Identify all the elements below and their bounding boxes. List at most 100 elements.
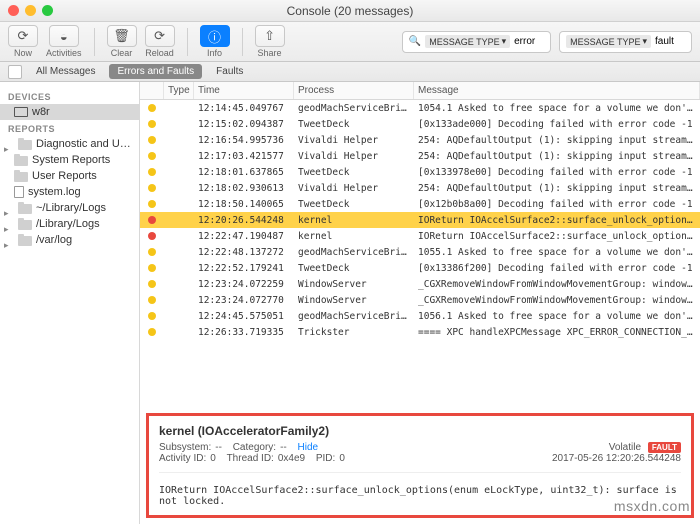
thread-id-label: Thread ID: <box>227 453 274 464</box>
sidebar-item[interactable]: User Reports <box>0 168 139 184</box>
detail-timestamp: 2017-05-26 12:20:26.544248 <box>552 453 681 464</box>
sidebar-item[interactable]: system.log <box>0 184 139 200</box>
search-input-fault[interactable] <box>655 36 685 47</box>
message-cell: [0x13386f200] Decoding failed with error… <box>414 263 700 274</box>
time-cell: 12:24:45.575051 <box>194 311 294 322</box>
clear-button[interactable]: 🗑 <box>107 25 137 47</box>
log-row[interactable]: 12:18:01.637865TweetDeck[0x133978e00] De… <box>140 164 700 180</box>
sidebar-item[interactable]: /Library/Logs <box>0 216 139 232</box>
activity-id-value: 0 <box>210 453 216 464</box>
search-field-fault[interactable]: MESSAGE TYPE▾ <box>559 31 692 53</box>
share-button[interactable]: ⇧ <box>255 25 285 47</box>
activity-id-label: Activity ID: <box>159 453 206 464</box>
hide-link[interactable]: Hide <box>298 442 319 453</box>
sidebar-header-reports: Reports <box>0 120 139 136</box>
toolbar-separator <box>242 28 243 56</box>
time-cell: 12:18:02.930613 <box>194 183 294 194</box>
now-label: Now <box>14 48 32 58</box>
process-cell: Trickster <box>294 327 414 338</box>
error-dot-icon <box>148 152 156 160</box>
log-row[interactable]: 12:22:48.137272geodMachServiceBridge1055… <box>140 244 700 260</box>
pid-value: 0 <box>339 453 345 464</box>
fault-dot-icon <box>148 232 156 240</box>
message-cell: [0x133978e00] Decoding failed with error… <box>414 167 700 178</box>
message-cell: 254: AQDefaultOutput (1): skipping input… <box>414 183 700 194</box>
tab-all-messages[interactable]: All Messages <box>28 64 103 79</box>
error-dot-icon <box>148 120 156 128</box>
search-icon: 🔍 <box>409 36 421 47</box>
sidebar-item[interactable]: System Reports <box>0 152 139 168</box>
sidebar-toggle-icon[interactable] <box>8 65 22 79</box>
activities-button[interactable]: ◒ <box>49 25 79 47</box>
message-cell: IOReturn IOAccelSurface2::surface_unlock… <box>414 215 700 226</box>
log-row[interactable]: 12:15:02.094387TweetDeck[0x133ade000] De… <box>140 116 700 132</box>
col-time[interactable]: Time <box>194 82 294 99</box>
log-row[interactable]: 12:22:52.179241TweetDeck[0x13386f200] De… <box>140 260 700 276</box>
category-label: Category: <box>233 442 276 453</box>
error-dot-icon <box>148 136 156 144</box>
search-field-error[interactable]: 🔍 MESSAGE TYPE▾ <box>402 31 551 53</box>
log-row[interactable]: 12:24:45.575051geodMachServiceBridge1056… <box>140 308 700 324</box>
toolbar-separator <box>187 28 188 56</box>
thread-id-value: 0x4e9 <box>278 453 305 464</box>
log-row[interactable]: 12:16:54.995736Vivaldi Helper254: AQDefa… <box>140 132 700 148</box>
subsystem-value: -- <box>215 442 222 453</box>
message-cell: ==== XPC handleXPCMessage XPC_ERROR_CONN… <box>414 327 700 338</box>
time-cell: 12:17:03.421577 <box>194 151 294 162</box>
log-content: Type Time Process Message 12:14:45.04976… <box>140 82 700 524</box>
process-cell: Vivaldi Helper <box>294 135 414 146</box>
col-type[interactable]: Type <box>164 82 194 99</box>
log-row[interactable]: 12:17:03.421577Vivaldi Helper254: AQDefa… <box>140 148 700 164</box>
error-dot-icon <box>148 168 156 176</box>
folder-icon <box>18 220 32 230</box>
sidebar-item[interactable]: /var/log <box>0 232 139 248</box>
sidebar-item-label: User Reports <box>32 170 97 182</box>
search-input-error[interactable] <box>514 36 544 47</box>
category-value: -- <box>280 442 287 453</box>
log-table-body[interactable]: 12:14:45.049767geodMachServiceBridge1054… <box>140 100 700 407</box>
log-row[interactable]: 12:23:24.072770WindowServer_CGXRemoveWin… <box>140 292 700 308</box>
log-row[interactable]: 12:18:02.930613Vivaldi Helper254: AQDefa… <box>140 180 700 196</box>
col-message[interactable]: Message <box>414 82 700 99</box>
log-row[interactable]: 12:23:24.072259WindowServer_CGXRemoveWin… <box>140 276 700 292</box>
token-label: MESSAGE TYPE <box>570 37 640 47</box>
info-button[interactable]: ⓘ <box>200 25 230 47</box>
folder-icon <box>18 140 32 150</box>
time-cell: 12:18:01.637865 <box>194 167 294 178</box>
process-cell: kernel <box>294 215 414 226</box>
message-cell: [0x12b0b8a00] Decoding failed with error… <box>414 199 700 210</box>
file-icon <box>14 186 24 198</box>
tab-faults[interactable]: Faults <box>208 64 251 79</box>
tab-errors-and-faults[interactable]: Errors and Faults <box>109 64 202 79</box>
window-title: Console (20 messages) <box>0 4 700 18</box>
sidebar-item-label: Diagnostic and U… <box>36 138 131 150</box>
process-cell: TweetDeck <box>294 199 414 210</box>
error-dot-icon <box>148 296 156 304</box>
log-row[interactable]: 12:22:47.190487kernelIOReturn IOAccelSur… <box>140 228 700 244</box>
error-dot-icon <box>148 328 156 336</box>
message-cell: IOReturn IOAccelSurface2::surface_unlock… <box>414 231 700 242</box>
log-row[interactable]: 12:18:50.140065TweetDeck[0x12b0b8a00] De… <box>140 196 700 212</box>
sidebar-item[interactable]: ~/Library/Logs <box>0 200 139 216</box>
monitor-icon <box>14 107 28 117</box>
message-cell: _CGXRemoveWindowFromWindowMovementGroup:… <box>414 295 700 306</box>
process-cell: TweetDeck <box>294 263 414 274</box>
detail-panel: kernel (IOAcceleratorFamily2) Subsystem:… <box>146 413 694 518</box>
col-process[interactable]: Process <box>294 82 414 99</box>
message-cell: 254: AQDefaultOutput (1): skipping input… <box>414 135 700 146</box>
log-row[interactable]: 12:26:33.719335Trickster==== XPC handleX… <box>140 324 700 340</box>
folder-icon <box>18 204 32 214</box>
log-row[interactable]: 12:14:45.049767geodMachServiceBridge1054… <box>140 100 700 116</box>
sidebar-item[interactable]: Diagnostic and U… <box>0 136 139 152</box>
folder-icon <box>14 172 28 182</box>
error-dot-icon <box>148 184 156 192</box>
time-cell: 12:26:33.719335 <box>194 327 294 338</box>
time-cell: 12:15:02.094387 <box>194 119 294 130</box>
reload-button[interactable]: ⟳ <box>145 25 175 47</box>
process-cell: WindowServer <box>294 295 414 306</box>
now-button[interactable]: ⟳ <box>8 25 38 47</box>
sidebar: Devices w8r Reports Diagnostic and U…Sys… <box>0 82 140 524</box>
log-row[interactable]: 12:20:26.544248kernelIOReturn IOAccelSur… <box>140 212 700 228</box>
chevron-down-icon: ▾ <box>502 36 507 47</box>
sidebar-device-w8r[interactable]: w8r <box>0 104 139 120</box>
